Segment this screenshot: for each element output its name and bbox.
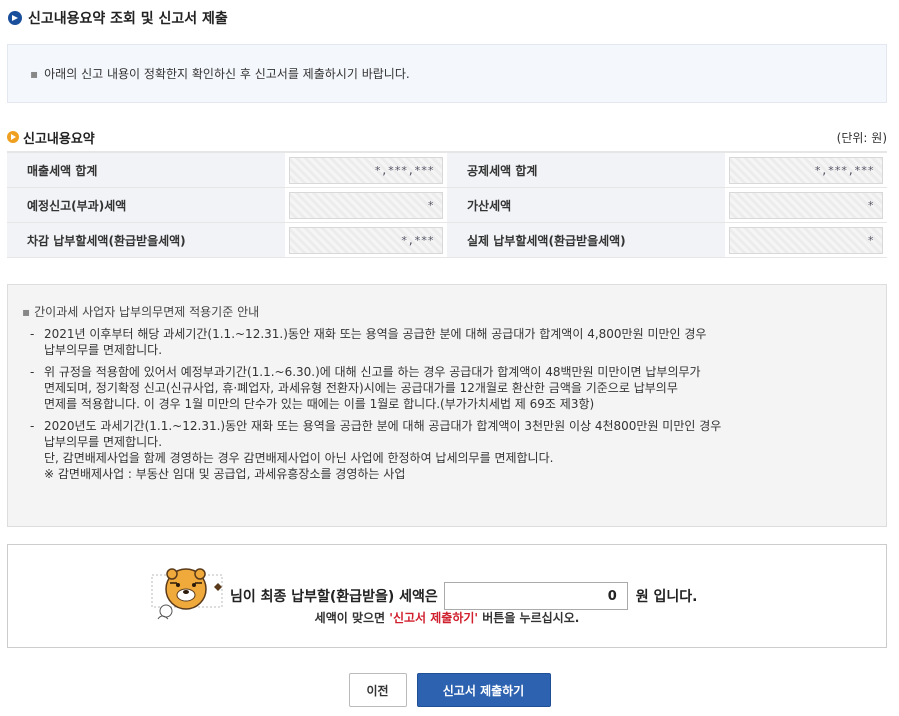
- info-dash: -: [30, 419, 35, 433]
- page-title-text: 신고내용요약 조회 및 신고서 제출: [28, 11, 228, 27]
- net-payable-tax-label: 차감 납부할세액(환급받을세액): [7, 223, 285, 257]
- notice-text: 아래의 신고 내용이 정확한지 확인하신 후 신고서를 제출하시기 바랍니다.: [44, 67, 410, 81]
- page-title: 신고내용요약 조회 및 신고서 제출: [8, 8, 228, 28]
- title-bullet-icon: [8, 11, 22, 25]
- info-item: - 위 규정을 적용함에 있어서 예정부과기간(1.1.~6.30.)에 대해 …: [22, 364, 872, 412]
- prev-button[interactable]: 이전: [348, 673, 407, 707]
- summary-title-text: 신고내용요약: [23, 131, 95, 147]
- summary-row: 예정신고(부과)세액 * 가산세액 *: [7, 188, 887, 223]
- info-bullet: ▪: [22, 305, 31, 319]
- unit-label: (단위: 원): [836, 130, 887, 145]
- deduction-tax-total-cell: *,***,***: [725, 153, 887, 187]
- summary-table: 매출세액 합계 *,***,*** 공제세액 합계 *,***,*** 예정신고…: [7, 151, 887, 258]
- final-tax-suffix: 원 입니다.: [635, 589, 698, 605]
- sales-tax-total-cell: *,***,***: [285, 153, 447, 187]
- penalty-tax-cell: *: [725, 188, 887, 222]
- deduction-tax-total-label: 공제세액 합계: [447, 153, 725, 187]
- deduction-tax-total-value: *,***,***: [729, 156, 883, 184]
- info-line: 위 규정을 적용함에 있어서 예정부과기간(1.1.~6.30.)에 대해 신고…: [44, 365, 701, 379]
- exemption-info-box: ▪ 간이과세 사업자 납부의무면제 적용기준 안내 - 2021년 이후부터 해당…: [7, 284, 887, 527]
- info-line: 2021년 이후부터 해당 과세기간(1.1.~12.31.)동안 재화 또는 …: [44, 327, 707, 341]
- sales-tax-total-value: *,***,***: [289, 156, 443, 184]
- info-heading: ▪ 간이과세 사업자 납부의무면제 적용기준 안내: [22, 303, 872, 320]
- info-line: 면제되며, 정기확정 신고(신규사업, 휴·폐업자, 과세유형 전환자)시에는 …: [44, 381, 678, 395]
- actual-payable-tax-value: *: [729, 226, 883, 254]
- info-heading-text: 간이과세 사업자 납부의무면제 적용기준 안내: [34, 305, 260, 319]
- info-dash: -: [30, 327, 35, 341]
- final-tax-box: 님이 최종 납부할(환급받을) 세액은 원 입니다. 세액이 맞으면 '신고서 …: [7, 544, 887, 648]
- final-tax-amount-input[interactable]: [443, 582, 628, 610]
- submit-return-button[interactable]: 신고서 제출하기: [416, 673, 551, 707]
- submit-instruction-after: 버튼을 누르십시오.: [478, 611, 580, 625]
- preliminary-tax-label: 예정신고(부과)세액: [7, 188, 285, 222]
- info-line: ※ 감면배제사업 : 부동산 임대 및 공급업, 과세유흥장소를 경영하는 사업: [44, 467, 406, 481]
- button-bar: 이전 신고서 제출하기: [0, 673, 899, 707]
- actual-payable-tax-cell: *: [725, 223, 887, 257]
- submit-instruction-highlight: '신고서 제출하기': [389, 611, 479, 625]
- preliminary-tax-cell: *: [285, 188, 447, 222]
- notice-bullet: ▪: [30, 66, 39, 81]
- info-line: 납부의무를 면제합니다.: [44, 435, 163, 449]
- info-line: 면제를 적용합니다. 이 경우 1월 미만의 단수가 있는 때에는 이를 1월로…: [44, 397, 595, 411]
- info-line: 2020년도 과세기간(1.1.~12.31.)동안 재화 또는 용역을 공급한…: [44, 419, 722, 433]
- preliminary-tax-value: *: [289, 191, 443, 219]
- section-bullet-icon: [7, 131, 19, 143]
- info-item: - 2020년도 과세기간(1.1.~12.31.)동안 재화 또는 용역을 공…: [22, 418, 872, 482]
- summary-title: 신고내용요약: [7, 128, 95, 147]
- penalty-tax-value: *: [729, 191, 883, 219]
- penalty-tax-label: 가산세액: [447, 188, 725, 222]
- info-item: - 2021년 이후부터 해당 과세기간(1.1.~12.31.)동안 재화 또…: [22, 326, 872, 358]
- summary-header: 신고내용요약 (단위: 원): [7, 128, 887, 147]
- info-line: 단, 감면배제사업을 함께 경영하는 경우 감면배제사업이 아닌 사업에 한정하…: [44, 451, 554, 465]
- net-payable-tax-cell: *,***: [285, 223, 447, 257]
- final-tax-prefix: 님이 최종 납부할(환급받을) 세액은: [230, 589, 438, 605]
- notice-box: ▪ 아래의 신고 내용이 정확한지 확인하신 후 신고서를 제출하시기 바랍니다…: [7, 44, 887, 103]
- info-dash: -: [30, 365, 35, 379]
- summary-row: 매출세액 합계 *,***,*** 공제세액 합계 *,***,***: [7, 153, 887, 188]
- summary-row: 차감 납부할세액(환급받을세액) *,*** 실제 납부할세액(환급받을세액) …: [7, 223, 887, 258]
- info-line: 납부의무를 면제합니다.: [44, 343, 163, 357]
- sales-tax-total-label: 매출세액 합계: [7, 153, 285, 187]
- submit-instruction: 세액이 맞으면 '신고서 제출하기' 버튼을 누르십시오.: [8, 609, 886, 626]
- submit-instruction-before: 세액이 맞으면: [314, 611, 390, 625]
- actual-payable-tax-label: 실제 납부할세액(환급받을세액): [447, 223, 725, 257]
- net-payable-tax-value: *,***: [289, 226, 443, 254]
